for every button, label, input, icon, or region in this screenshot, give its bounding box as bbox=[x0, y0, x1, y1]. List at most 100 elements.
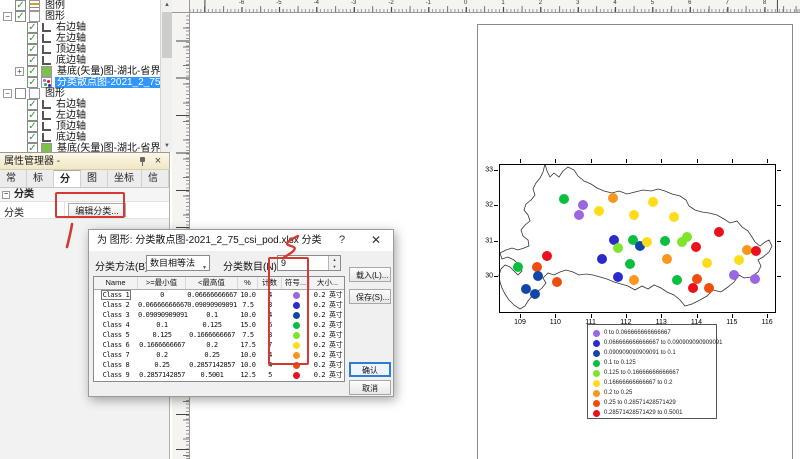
scatter-icon bbox=[41, 77, 52, 88]
table-cell bbox=[282, 350, 310, 360]
load-button[interactable]: 载入(L)... bbox=[349, 267, 391, 282]
legend-label: 0.125 to 0.16666666666667 bbox=[604, 370, 679, 376]
scrollbar-thumb[interactable] bbox=[162, 12, 172, 58]
visibility-checkbox[interactable]: ✓ bbox=[27, 55, 38, 66]
classification-section-header[interactable]: − 分类 bbox=[0, 188, 169, 202]
close-icon[interactable]: × bbox=[151, 153, 165, 170]
tree-item[interactable]: ✓ 右边轴 bbox=[0, 99, 171, 110]
close-icon[interactable]: ✕ bbox=[365, 230, 387, 251]
visibility-checkbox[interactable]: ✓ bbox=[15, 11, 26, 22]
tree-item[interactable]: −✓图形 bbox=[0, 11, 171, 22]
table-row[interactable]: Class 80.250.285714285710.040.2 英寸 bbox=[94, 360, 344, 370]
tab-图层[interactable]: 图层 bbox=[81, 170, 108, 187]
column-header[interactable]: 大小... bbox=[310, 277, 345, 289]
class-count-spinner[interactable]: 9 ▲ ▼ bbox=[277, 255, 341, 271]
scatter-point bbox=[734, 255, 744, 265]
collapse-icon[interactable]: − bbox=[2, 191, 10, 199]
column-header[interactable]: Name bbox=[94, 277, 138, 289]
help-icon[interactable]: ? bbox=[331, 230, 353, 251]
expand-icon[interactable]: + bbox=[15, 67, 24, 76]
visibility-checkbox[interactable]: ✓ bbox=[15, 0, 26, 11]
visibility-checkbox[interactable]: ✓ bbox=[27, 99, 38, 110]
visibility-checkbox[interactable] bbox=[15, 88, 26, 99]
property-manager-title: 属性管理器 - bbox=[4, 156, 60, 167]
y-axis-tick bbox=[494, 205, 498, 206]
table-cell bbox=[282, 330, 310, 340]
plot-page[interactable]: 10911011111211311411511633323130 0 to 0.… bbox=[477, 24, 793, 459]
tab-坐标系[interactable]: 坐标系 bbox=[108, 170, 142, 187]
classification-method-dropdown[interactable]: 数目相等法 ▼ bbox=[146, 255, 210, 271]
visibility-checkbox[interactable]: ✓ bbox=[27, 66, 38, 77]
column-header[interactable]: <最高值 bbox=[186, 277, 238, 289]
tab-信息[interactable]: 信息 bbox=[142, 170, 169, 187]
x-axis-tick bbox=[591, 314, 592, 318]
table-row[interactable]: Class 40.10.12515.060.2 英寸 bbox=[94, 320, 344, 330]
legend-symbol-icon bbox=[593, 390, 600, 397]
legend-symbol-icon bbox=[593, 350, 600, 357]
table-row[interactable]: Class 30.090909090910.110.040.2 英寸 bbox=[94, 310, 344, 320]
column-header[interactable]: 计数 bbox=[258, 277, 282, 289]
table-row[interactable]: Class 90.28571428570.500112.550.2 英寸 bbox=[94, 370, 344, 380]
visibility-checkbox[interactable]: ✓ bbox=[27, 121, 38, 132]
visibility-checkbox[interactable]: ✓ bbox=[27, 33, 38, 44]
legend-label: 0.090909090909091 to 0.1 bbox=[604, 350, 676, 356]
tree-scrollbar[interactable]: ▲ ▼ bbox=[160, 0, 172, 152]
visibility-checkbox[interactable]: ✓ bbox=[27, 44, 38, 55]
cancel-button[interactable]: 取消 bbox=[349, 380, 391, 395]
tree-item[interactable]: +✓基底(矢量)图-湖北-省界.bln bbox=[0, 66, 171, 77]
spin-down-icon[interactable]: ▼ bbox=[328, 263, 340, 270]
ruler-number: 3 bbox=[575, 0, 580, 7]
map-icon bbox=[41, 66, 52, 77]
tree-item[interactable]: ✓底边轴 bbox=[0, 55, 171, 66]
tree-item[interactable]: ✓顶边轴 bbox=[0, 121, 171, 132]
ok-button[interactable]: 确认 bbox=[349, 362, 391, 377]
tab-分类[interactable]: 分类 bbox=[54, 170, 81, 187]
class-symbol-icon bbox=[293, 372, 300, 379]
collapse-icon[interactable]: − bbox=[3, 89, 12, 98]
classification-table[interactable]: Name>=最小值<最高值%计数符号...大小... Class 100.066… bbox=[93, 276, 345, 382]
edit-classification-button[interactable]: 编辑分类... bbox=[68, 203, 126, 217]
visibility-checkbox[interactable]: ✓ bbox=[27, 110, 38, 121]
tree-item[interactable]: ✓ 左边轴 bbox=[0, 33, 171, 44]
tree-item[interactable]: ✓分类散点图-2021_2_75_csi_pod.xlsx bbox=[0, 77, 171, 88]
tree-item-label: 右边轴 bbox=[54, 99, 88, 110]
save-button[interactable]: 保存(S)... bbox=[349, 289, 391, 304]
table-row[interactable]: Class 20.066666666670.090909090917.530.2… bbox=[94, 300, 344, 310]
visibility-checkbox[interactable]: ✓ bbox=[27, 143, 38, 152]
table-row[interactable]: Class 50.1250.16666666677.530.2 英寸 bbox=[94, 330, 344, 340]
x-axis-tick-top bbox=[661, 159, 662, 163]
column-header[interactable]: 符号... bbox=[282, 277, 310, 289]
tree-item[interactable]: ✓左边轴 bbox=[0, 110, 171, 121]
y-axis-tick-right bbox=[777, 170, 781, 171]
frame-icon bbox=[29, 11, 40, 22]
dialog-titlebar[interactable]: 为 图形: 分类散点图-2021_2_75_csi_pod.xlsx 分类 ? … bbox=[89, 230, 393, 251]
y-axis-tick-right bbox=[777, 276, 781, 277]
table-cell: 0.2 英寸 bbox=[310, 320, 345, 330]
column-header[interactable]: >=最小值 bbox=[138, 277, 186, 289]
visibility-checkbox[interactable]: ✓ bbox=[27, 132, 38, 143]
table-row[interactable]: Class 100.0666666666710.040.2 英寸 bbox=[94, 290, 344, 300]
tree-item[interactable]: ✓底边轴 bbox=[0, 132, 171, 143]
collapse-icon[interactable]: − bbox=[3, 12, 12, 21]
column-header[interactable]: % bbox=[238, 277, 258, 289]
table-row[interactable]: Class 60.16666666670.217.570.2 英寸 bbox=[94, 340, 344, 350]
scatter-point bbox=[688, 283, 698, 293]
table-cell: 0.2 bbox=[138, 350, 186, 360]
tree-item[interactable]: ✓顶边轴 bbox=[0, 44, 171, 55]
x-axis-tick-top bbox=[520, 159, 521, 163]
visibility-checkbox[interactable]: ✓ bbox=[27, 77, 38, 88]
tree-item-label: 左边轴 bbox=[54, 33, 88, 44]
tree-item[interactable]: ✓右边轴 bbox=[0, 22, 171, 33]
class-symbol-icon bbox=[293, 292, 300, 299]
map-legend: 0 to 0.0666666666666670.066666666666667 … bbox=[587, 324, 717, 419]
table-cell: 10.0 bbox=[238, 350, 258, 360]
tree-item[interactable]: −图形 bbox=[0, 88, 171, 99]
visibility-checkbox[interactable]: ✓ bbox=[27, 22, 38, 33]
table-row[interactable]: Class 70.20.2510.040.2 英寸 bbox=[94, 350, 344, 360]
tab-常规[interactable]: 常规 bbox=[0, 170, 27, 187]
x-axis-tick bbox=[661, 314, 662, 318]
tree-item[interactable]: ✓图例 bbox=[0, 0, 171, 11]
tab-标注[interactable]: 标注 bbox=[27, 170, 54, 187]
pin-icon[interactable] bbox=[138, 157, 147, 166]
tree-item[interactable]: ✓基底(矢量)图-湖北-省界.bln bbox=[0, 143, 171, 152]
